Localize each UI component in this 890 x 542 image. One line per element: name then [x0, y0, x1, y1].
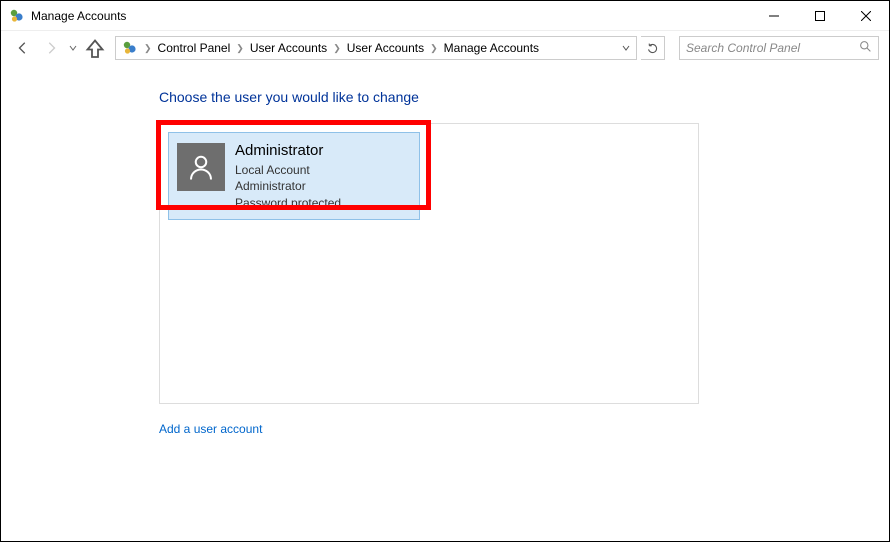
- account-info: Administrator Local Account Administrato…: [235, 141, 341, 211]
- minimize-button[interactable]: [751, 1, 797, 31]
- app-icon: [9, 8, 25, 24]
- account-name: Administrator: [235, 141, 341, 161]
- chevron-right-icon[interactable]: ❯: [428, 43, 440, 54]
- up-button[interactable]: [83, 36, 107, 60]
- search-box[interactable]: [679, 36, 879, 60]
- chevron-right-icon[interactable]: ❯: [234, 43, 246, 54]
- search-icon[interactable]: [859, 40, 872, 56]
- account-tile[interactable]: Administrator Local Account Administrato…: [168, 132, 420, 220]
- window-title: Manage Accounts: [31, 9, 751, 23]
- address-bar[interactable]: ❯ Control Panel ❯ User Accounts ❯ User A…: [115, 36, 637, 60]
- address-dropdown[interactable]: [616, 37, 634, 59]
- chevron-right-icon[interactable]: ❯: [142, 43, 154, 54]
- account-protection: Password protected: [235, 195, 341, 211]
- window-controls: [751, 1, 889, 30]
- navbar: ❯ Control Panel ❯ User Accounts ❯ User A…: [1, 31, 889, 65]
- search-input[interactable]: [686, 41, 859, 55]
- chevron-right-icon[interactable]: ❯: [331, 43, 343, 54]
- breadcrumb-item[interactable]: User Accounts: [246, 37, 331, 59]
- avatar: [177, 143, 225, 191]
- page-heading: Choose the user you would like to change: [159, 89, 889, 105]
- account-type: Local Account: [235, 162, 341, 178]
- accounts-panel: Administrator Local Account Administrato…: [159, 123, 699, 404]
- back-button[interactable]: [11, 36, 35, 60]
- refresh-button[interactable]: [641, 36, 665, 60]
- breadcrumb-item[interactable]: Manage Accounts: [440, 37, 543, 59]
- content-area: Choose the user you would like to change…: [1, 65, 889, 438]
- add-user-link[interactable]: Add a user account: [159, 422, 262, 436]
- empty-space: [160, 228, 698, 403]
- history-dropdown[interactable]: [67, 44, 79, 52]
- close-button[interactable]: [843, 1, 889, 31]
- address-icon: [122, 40, 138, 56]
- breadcrumb-item[interactable]: User Accounts: [343, 37, 428, 59]
- breadcrumb-item[interactable]: Control Panel: [154, 37, 235, 59]
- titlebar: Manage Accounts: [1, 1, 889, 31]
- forward-button[interactable]: [39, 36, 63, 60]
- account-role: Administrator: [235, 178, 341, 194]
- maximize-button[interactable]: [797, 1, 843, 31]
